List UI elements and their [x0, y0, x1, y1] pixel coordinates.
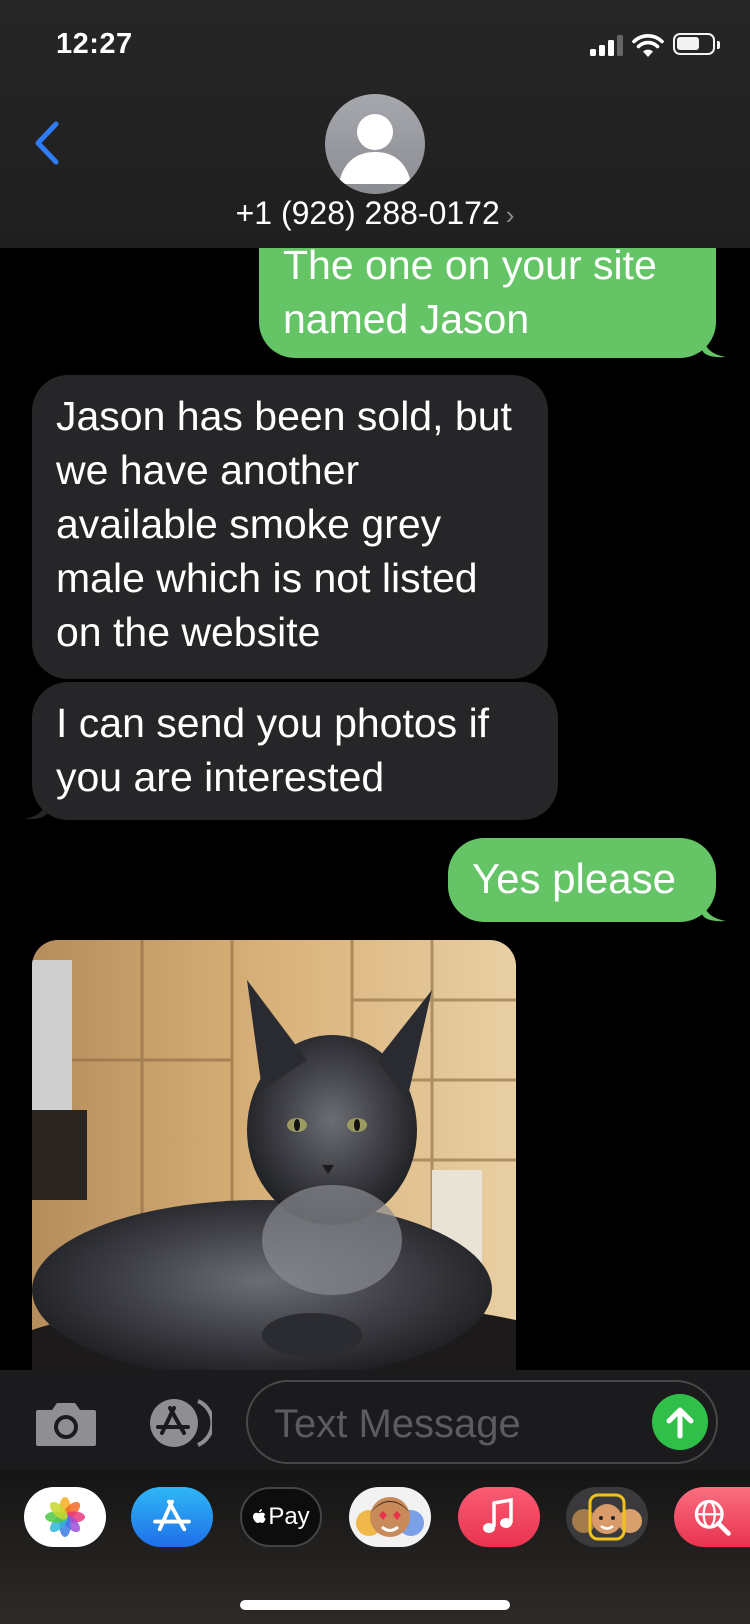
message-received[interactable]: Jason has been sold, but we have another…	[32, 375, 548, 679]
contact-phone: +1 (928) 288-0172	[235, 195, 500, 231]
message-text: Yes please	[472, 855, 676, 902]
message-composer: Text Message	[0, 1370, 750, 1470]
pay-label: Pay	[268, 1503, 310, 1530]
home-indicator[interactable]	[240, 1600, 510, 1610]
wifi-icon	[632, 34, 664, 57]
bubble-tail	[702, 894, 726, 922]
conversation-header: 12:27 +1 (928) 288-0172 ›	[0, 0, 750, 248]
message-sent[interactable]: Yes please	[448, 838, 716, 922]
bubble-tail	[702, 330, 726, 358]
kitten-photo	[32, 940, 516, 1370]
message-photo[interactable]	[32, 940, 516, 1370]
message-text: I can send you photos if you are interes…	[56, 700, 490, 800]
contact-avatar[interactable]	[325, 94, 425, 194]
battery-icon	[673, 33, 720, 55]
message-received[interactable]: I can send you photos if you are interes…	[32, 682, 558, 820]
arrow-up-icon	[666, 1407, 694, 1439]
bubble-tail	[24, 792, 48, 820]
photos-app-icon[interactable]	[24, 1487, 106, 1547]
apple-pay-app-icon[interactable]: Pay	[240, 1487, 322, 1547]
message-input-placeholder: Text Message	[274, 1402, 521, 1446]
send-button[interactable]	[652, 1394, 708, 1450]
app-drawer: Pay	[0, 1470, 750, 1624]
app-store-app-icon[interactable]	[131, 1487, 213, 1547]
back-button[interactable]	[30, 118, 66, 168]
cellular-signal-icon	[590, 34, 624, 56]
camera-icon[interactable]	[34, 1400, 98, 1448]
apple-logo-icon	[253, 1509, 266, 1523]
app-store-icon[interactable]	[140, 1395, 212, 1451]
message-input[interactable]: Text Message	[246, 1380, 718, 1464]
memoji-app-icon[interactable]	[566, 1487, 648, 1547]
search-app-icon[interactable]	[674, 1487, 750, 1547]
memoji-stickers-app-icon[interactable]	[349, 1487, 431, 1547]
message-text: Jason has been sold, but we have another…	[56, 393, 512, 655]
person-icon	[339, 114, 411, 184]
contact-name[interactable]: +1 (928) 288-0172 ›	[0, 195, 750, 232]
music-app-icon[interactable]	[458, 1487, 540, 1547]
globe-search-icon	[694, 1499, 731, 1536]
chevron-right-icon: ›	[505, 200, 515, 230]
status-time: 12:27	[56, 28, 133, 60]
message-text: The one on your site named Jason	[283, 242, 657, 342]
